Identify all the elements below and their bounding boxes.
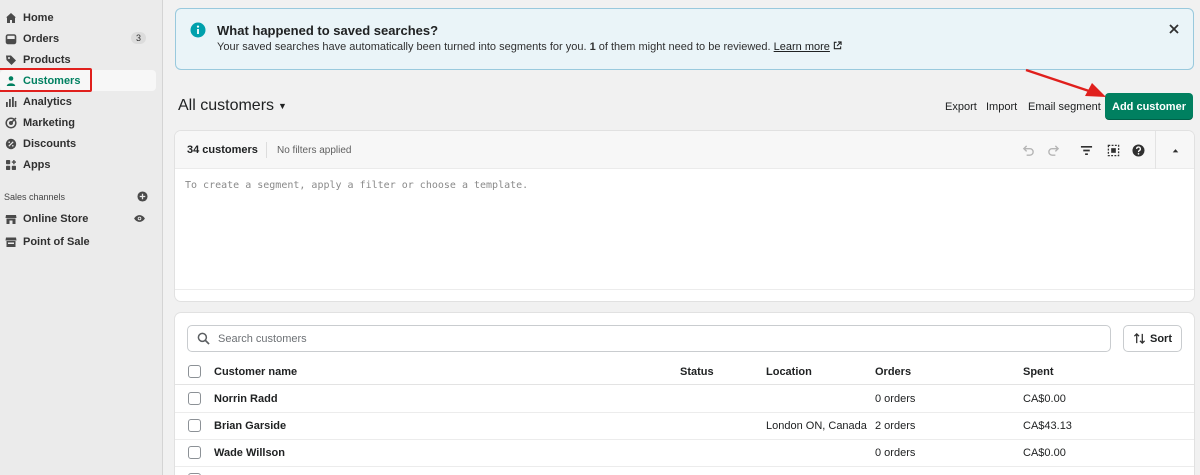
search-icon xyxy=(197,332,211,346)
customer-spent: CA$0.00 xyxy=(1023,393,1066,405)
row-checkbox[interactable] xyxy=(188,419,201,432)
customer-view-selector[interactable]: All customers ▼ xyxy=(178,97,287,115)
sidebar-item-apps[interactable]: Apps xyxy=(0,154,156,175)
customer-orders: 0 orders xyxy=(875,447,916,459)
sidebar-item-online-store[interactable]: Online Store xyxy=(0,207,156,230)
sidebar-item-point-of-sale[interactable]: Point of Sale xyxy=(0,230,156,253)
bar-chart-icon xyxy=(4,95,18,109)
undo-icon[interactable] xyxy=(1020,142,1036,158)
sidebar-item-marketing[interactable]: Marketing xyxy=(0,112,156,133)
collapse-icon[interactable] xyxy=(1167,142,1183,158)
sidebar-item-label: Analytics xyxy=(23,95,72,108)
store-icon xyxy=(4,212,18,226)
column-header-location: Location xyxy=(766,366,812,378)
add-channel-icon[interactable] xyxy=(137,190,148,204)
banner-body-text-2: of them might need to be reviewed. xyxy=(595,41,774,53)
sidebar-item-orders[interactable]: Orders 3 xyxy=(0,28,156,49)
customer-count: 34 customers xyxy=(187,144,258,156)
sidebar-item-label: Home xyxy=(23,11,54,24)
column-header-status: Status xyxy=(680,366,714,378)
search-input[interactable] xyxy=(218,332,1078,345)
customer-name[interactable]: Norrin Radd xyxy=(214,393,278,405)
customer-spent: CA$0.00 xyxy=(1023,447,1066,459)
discount-icon xyxy=(4,137,18,151)
customer-location: London ON, Canada xyxy=(766,420,867,432)
select-all-checkbox[interactable] xyxy=(188,365,201,378)
filter-status: No filters applied xyxy=(277,145,352,156)
eye-icon[interactable] xyxy=(132,211,146,225)
sidebar-item-label: Customers xyxy=(23,74,81,87)
email-segment-button[interactable]: Email segment xyxy=(1028,101,1101,113)
info-icon xyxy=(190,22,206,38)
sidebar-item-label: Products xyxy=(23,53,71,66)
table-row[interactable]: Wade Willson 0 orders CA$0.00 xyxy=(175,440,1194,467)
customer-orders: 0 orders xyxy=(875,393,916,405)
table-row[interactable] xyxy=(175,467,1194,475)
segment-toolbar: 34 customers No filters applied xyxy=(175,131,1194,169)
add-customer-button[interactable]: Add customer xyxy=(1105,93,1193,120)
sidebar: Home Orders 3 Products Customers Analyti… xyxy=(0,0,163,475)
sales-channels-label: Sales channels xyxy=(4,192,66,202)
sidebar-item-label: Point of Sale xyxy=(23,235,90,248)
help-icon[interactable] xyxy=(1130,142,1146,158)
banner-body: Your saved searches have automatically b… xyxy=(217,41,842,53)
row-checkbox[interactable] xyxy=(188,392,201,405)
table-row[interactable]: Brian Garside London ON, Canada 2 orders… xyxy=(175,413,1194,440)
redo-icon[interactable] xyxy=(1045,142,1061,158)
segment-editor-card: 34 customers No filters applied To creat… xyxy=(175,131,1194,301)
divider xyxy=(175,289,1194,290)
filter-icon[interactable] xyxy=(1078,142,1094,158)
column-header-name[interactable]: Customer name xyxy=(214,366,297,378)
sales-channels-heading: Sales channels xyxy=(0,187,162,207)
external-link-icon xyxy=(833,41,842,53)
customer-name[interactable]: Brian Garside xyxy=(214,420,286,432)
sidebar-item-products[interactable]: Products xyxy=(0,49,156,70)
divider xyxy=(1155,131,1156,169)
divider xyxy=(266,142,267,158)
sidebar-item-customers[interactable]: Customers xyxy=(0,68,156,92)
saved-searches-banner: What happened to saved searches? Your sa… xyxy=(175,8,1194,70)
sidebar-item-label: Discounts xyxy=(23,137,77,150)
export-button[interactable]: Export xyxy=(945,101,977,113)
customer-name[interactable]: Wade Willson xyxy=(214,447,285,459)
sidebar-item-label: Orders xyxy=(23,32,60,45)
tag-icon xyxy=(4,53,18,67)
person-icon xyxy=(4,74,18,88)
customer-list-card: Sort Customer name Status Location Order… xyxy=(175,313,1194,475)
banner-body-text: Your saved searches have automatically b… xyxy=(217,41,590,53)
caret-down-icon: ▼ xyxy=(278,101,287,111)
column-header-orders: Orders xyxy=(875,366,912,378)
sidebar-item-label: Apps xyxy=(23,158,51,171)
pos-icon xyxy=(4,235,18,249)
sidebar-item-analytics[interactable]: Analytics xyxy=(0,91,156,112)
sort-label: Sort xyxy=(1150,332,1172,345)
templates-icon[interactable] xyxy=(1105,142,1121,158)
page-title: All customers xyxy=(178,97,275,114)
customer-orders: 2 orders xyxy=(875,420,916,432)
close-icon[interactable] xyxy=(1167,22,1181,36)
sidebar-item-label: Online Store xyxy=(23,212,89,225)
target-icon xyxy=(4,116,18,130)
customer-spent: CA$43.13 xyxy=(1023,420,1072,432)
sort-button[interactable]: Sort xyxy=(1123,325,1182,352)
banner-title: What happened to saved searches? xyxy=(217,23,439,38)
import-button[interactable]: Import xyxy=(986,101,1017,113)
orders-icon xyxy=(4,32,18,46)
sidebar-item-home[interactable]: Home xyxy=(0,7,156,28)
apps-grid-icon xyxy=(4,158,18,172)
sort-icon xyxy=(1133,332,1146,345)
row-checkbox[interactable] xyxy=(188,446,201,459)
table-row[interactable]: Norrin Radd 0 orders CA$0.00 xyxy=(175,386,1194,413)
orders-count-badge: 3 xyxy=(130,32,146,44)
table-header: Customer name Status Location Orders Spe… xyxy=(175,359,1194,385)
annotation-arrow xyxy=(1025,68,1106,97)
learn-more-link[interactable]: Learn more xyxy=(774,41,830,53)
home-icon xyxy=(4,11,18,25)
search-field[interactable] xyxy=(187,325,1111,352)
sidebar-item-label: Marketing xyxy=(23,116,75,129)
column-header-spent: Spent xyxy=(1023,366,1054,378)
segment-query-editor[interactable]: To create a segment, apply a filter or c… xyxy=(185,180,528,191)
sidebar-item-discounts[interactable]: Discounts xyxy=(0,133,156,154)
